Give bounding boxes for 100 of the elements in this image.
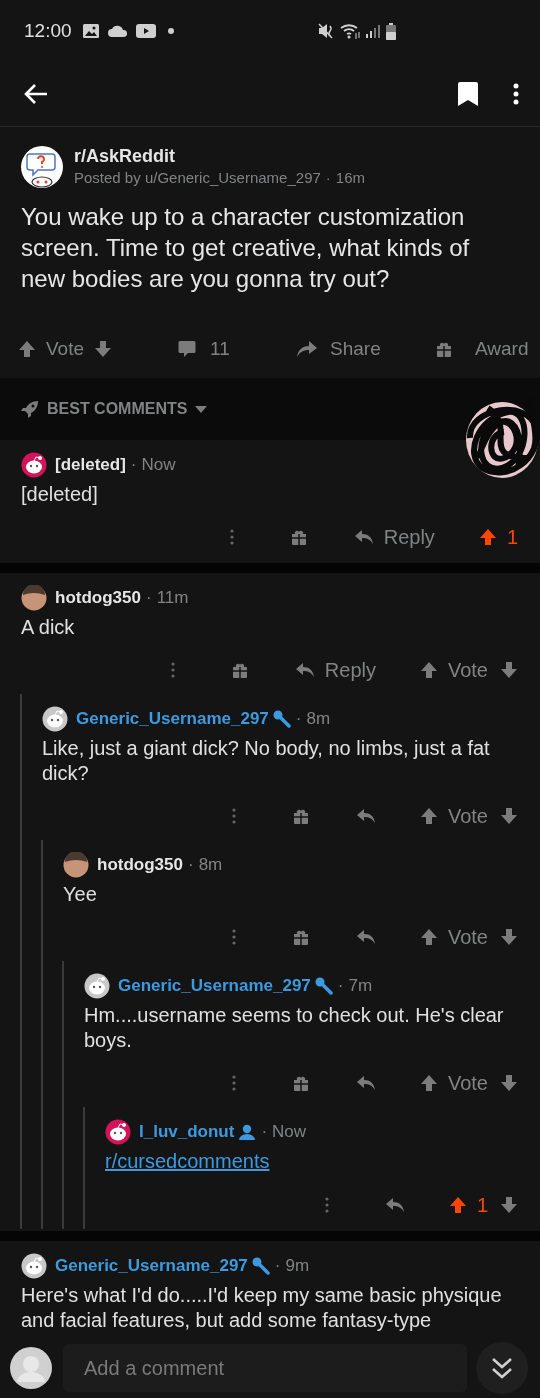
separator-dot: · — [130, 454, 137, 477]
wifi-icon — [340, 23, 360, 39]
reply-icon[interactable] — [355, 929, 376, 945]
gift-icon[interactable] — [230, 661, 249, 679]
upvote-icon[interactable] — [18, 340, 36, 358]
mute-icon — [318, 23, 334, 39]
vote-score: Vote — [447, 1071, 488, 1096]
wrench-icon — [251, 1257, 270, 1275]
reply-button[interactable]: Reply — [353, 522, 435, 552]
jump-down-button[interactable] — [476, 1342, 528, 1394]
gift-icon[interactable] — [291, 928, 310, 946]
gift-icon[interactable] — [435, 340, 453, 358]
comment-text: [deleted] — [21, 482, 99, 507]
vote-score: Vote — [447, 658, 488, 683]
vote-score: 1 — [476, 1193, 488, 1218]
user-avatar-icon[interactable] — [21, 1253, 47, 1279]
cloud-icon — [107, 25, 128, 37]
comment-time: 8m — [306, 708, 331, 731]
comment-text: A dick — [21, 615, 76, 640]
separator-dot: · — [187, 854, 194, 877]
username[interactable]: hotdog350 — [55, 585, 141, 611]
reply-icon[interactable] — [355, 1075, 376, 1091]
wrench-icon — [314, 977, 333, 995]
downvote-icon[interactable] — [500, 1074, 518, 1092]
user-avatar-icon[interactable] — [21, 452, 47, 478]
user-avatar-icon[interactable] — [21, 585, 47, 611]
user-avatar-icon[interactable] — [63, 852, 89, 878]
share-button[interactable]: Share — [296, 334, 435, 364]
back-arrow-icon[interactable] — [24, 84, 48, 104]
downvote-icon[interactable] — [500, 661, 518, 679]
user-avatar-icon[interactable] — [105, 1119, 131, 1145]
downvote-icon[interactable] — [500, 807, 518, 825]
subreddit-avatar-icon[interactable] — [21, 146, 63, 188]
username[interactable]: Generic_Username_297 — [55, 1253, 248, 1279]
battery-icon — [386, 22, 396, 40]
user-avatar-icon[interactable] — [42, 706, 68, 732]
downvote-icon[interactable] — [500, 1196, 518, 1214]
upvote-icon[interactable] — [419, 1074, 438, 1092]
rocket-icon — [21, 400, 39, 418]
more-options-icon[interactable] — [513, 83, 519, 105]
comment-input[interactable]: Add a comment — [63, 1344, 467, 1392]
username[interactable]: [deleted] — [55, 452, 126, 478]
user-avatar-icon[interactable] — [84, 973, 110, 999]
notification-dot-icon — [167, 28, 174, 34]
reply-icon[interactable] — [355, 808, 376, 824]
posted-by-text: Posted by u/Generic_Username_297 — [74, 168, 321, 188]
username[interactable]: I_luv_donut — [139, 1119, 235, 1145]
downvote-icon[interactable] — [500, 928, 518, 946]
separator-dot: · — [325, 168, 331, 188]
username[interactable]: hotdog350 — [97, 852, 183, 878]
award-button[interactable]: Award — [435, 334, 529, 364]
vote-label: Vote — [46, 336, 85, 361]
subreddit-name[interactable]: r/AskReddit — [74, 145, 365, 167]
separator-dot: · — [261, 1121, 268, 1144]
comment-text: Like, just a giant dick? No body, no limbs, just a fat dick? — [42, 736, 491, 786]
comment-time: 7m — [348, 975, 373, 998]
caret-icon — [195, 405, 208, 413]
post-title: You wake up to a character customization screen. Time to get creative, what kinds of new bodies are you gonna try out? — [20, 202, 471, 294]
comment-text: Hm....username seems to check out. He's clear boys. — [84, 1003, 505, 1053]
gallery-icon — [81, 23, 100, 39]
post-time: 16m — [335, 168, 365, 188]
separator-dot: · — [145, 587, 152, 610]
reply-button[interactable]: Reply — [294, 655, 376, 685]
gift-icon[interactable] — [289, 528, 308, 546]
separator-dot: · — [295, 708, 302, 731]
vote-score: 1 — [506, 525, 518, 550]
username[interactable]: Generic_Username_297 — [118, 973, 311, 999]
clock-time: 12:00 — [24, 18, 72, 43]
comment-bubble-icon[interactable] — [178, 340, 196, 358]
reply-icon[interactable] — [353, 529, 374, 545]
user-avatar-icon[interactable] — [10, 1347, 52, 1389]
comment-time: 8m — [198, 854, 223, 877]
gift-icon[interactable] — [291, 1074, 310, 1092]
comment-count: 11 — [210, 336, 230, 361]
upvote-icon[interactable] — [419, 928, 438, 946]
upvote-icon[interactable] — [419, 661, 438, 679]
separator-dot: · — [274, 1255, 281, 1278]
comment-time: 9m — [285, 1255, 310, 1278]
downvote-icon[interactable] — [94, 340, 113, 358]
share-arrow-icon — [296, 340, 318, 358]
upvote-icon[interactable] — [419, 807, 438, 825]
bookmark-icon[interactable] — [457, 82, 479, 106]
person-icon — [238, 1124, 257, 1140]
gift-icon[interactable] — [291, 807, 310, 825]
username[interactable]: Generic_Username_297 — [76, 706, 269, 732]
comment-text: Yee — [63, 882, 98, 907]
separator-dot: · — [337, 975, 344, 998]
subreddit-link[interactable]: r/cursedcomments — [105, 1149, 270, 1174]
double-chevron-icon — [491, 1357, 513, 1379]
upvote-icon[interactable] — [478, 528, 497, 546]
wrench-icon — [272, 710, 291, 728]
comment-time: 11m — [156, 587, 189, 610]
vote-score: Vote — [447, 925, 488, 950]
vote-score: Vote — [447, 804, 488, 829]
reply-icon[interactable] — [294, 662, 315, 678]
reply-icon[interactable] — [384, 1197, 405, 1213]
sort-button[interactable]: BEST COMMENTS — [21, 397, 208, 421]
upvote-icon[interactable] — [448, 1196, 467, 1214]
signal-icon — [366, 24, 380, 38]
video-icon — [135, 24, 156, 38]
